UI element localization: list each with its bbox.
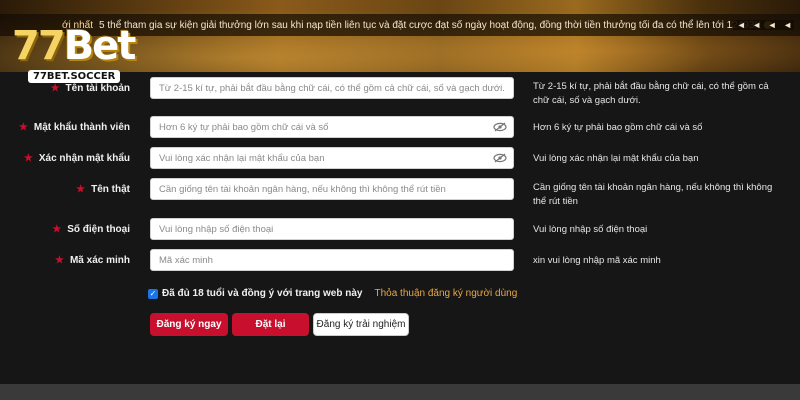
username-input[interactable]: Từ 2-15 kí tự, phải bắt đầu bằng chữ cái… — [150, 77, 514, 99]
field-hint: xin vui lòng nhập mã xác minh — [533, 255, 661, 266]
required-star-icon: ★ — [50, 83, 60, 94]
field-label: ★ Xác nhận mật khẩu — [23, 153, 130, 164]
agreement-text: Đã đủ 18 tuổi và đồng ý với trang web nà… — [162, 288, 363, 299]
eye-off-icon[interactable] — [493, 153, 507, 163]
field-label: ★ Tên tài khoản — [50, 83, 130, 94]
agreement-checkbox[interactable]: ✓ — [148, 288, 158, 299]
field-hint: Vui lòng nhập số điện thoại — [533, 224, 648, 235]
confirm-password-placeholder: Vui lòng xác nhận lại mật khẩu của bạn — [159, 153, 325, 164]
real-name-input[interactable]: Cần giống tên tài khoản ngân hàng, nếu k… — [150, 178, 514, 200]
site-logo[interactable]: 77Bet 77BET.SOCCER — [12, 26, 142, 84]
required-star-icon: ★ — [52, 224, 62, 235]
required-star-icon: ★ — [23, 153, 33, 164]
password-input[interactable]: Hơn 6 ký tự phải bao gồm chữ cái và số — [150, 116, 514, 138]
field-label: ★ Số điện thoại — [52, 224, 130, 235]
field-hint: Vui lòng xác nhận lại mật khẩu của bạn — [533, 153, 699, 164]
verification-code-input[interactable]: Mã xác minh — [150, 249, 514, 271]
field-label: ★ Mã xác minh — [55, 255, 130, 266]
required-star-icon: ★ — [18, 122, 28, 133]
required-star-icon: ★ — [76, 184, 86, 195]
field-hint: Cần giống tên tài khoản ngân hàng, nếu k… — [533, 182, 773, 207]
field-label: ★ Tên thật — [76, 184, 130, 195]
field-hint: Từ 2-15 kí tự, phải bắt đầu bằng chữ cái… — [533, 81, 769, 106]
logo-wordmark: 77Bet — [12, 23, 136, 69]
logo-domain: 77BET.SOCCER — [28, 70, 121, 83]
terms-link[interactable]: Thỏa thuận đăng ký người dùng — [374, 288, 517, 299]
password-placeholder: Hơn 6 ký tự phải bao gồm chữ cái và số — [159, 122, 329, 133]
eye-off-icon[interactable] — [493, 122, 507, 132]
trial-register-button[interactable]: Đăng ký trải nghiệm — [313, 313, 409, 336]
field-hint: Hơn 6 ký tự phải bao gồm chữ cái và số — [533, 122, 703, 133]
required-star-icon: ★ — [55, 255, 64, 266]
marquee-text: 5 thể tham gia sự kiện giải thưởng lớn s… — [99, 19, 762, 31]
reset-button[interactable]: Đặt lại — [232, 313, 309, 336]
confirm-password-input[interactable]: Vui lòng xác nhận lại mật khẩu của bạn — [150, 147, 514, 169]
field-label: ★ Mật khẩu thành viên — [18, 122, 130, 133]
footer-strip — [0, 384, 800, 400]
marquee-arrows-icon[interactable]: ◄ ◄ ◄ ◄ — [732, 20, 794, 30]
register-button[interactable]: Đăng ký ngay — [150, 313, 228, 336]
age-agreement: ✓ Đã đủ 18 tuổi và đồng ý với trang web … — [148, 288, 517, 299]
phone-input[interactable]: Vui lòng nhập số điện thoại — [150, 218, 514, 240]
